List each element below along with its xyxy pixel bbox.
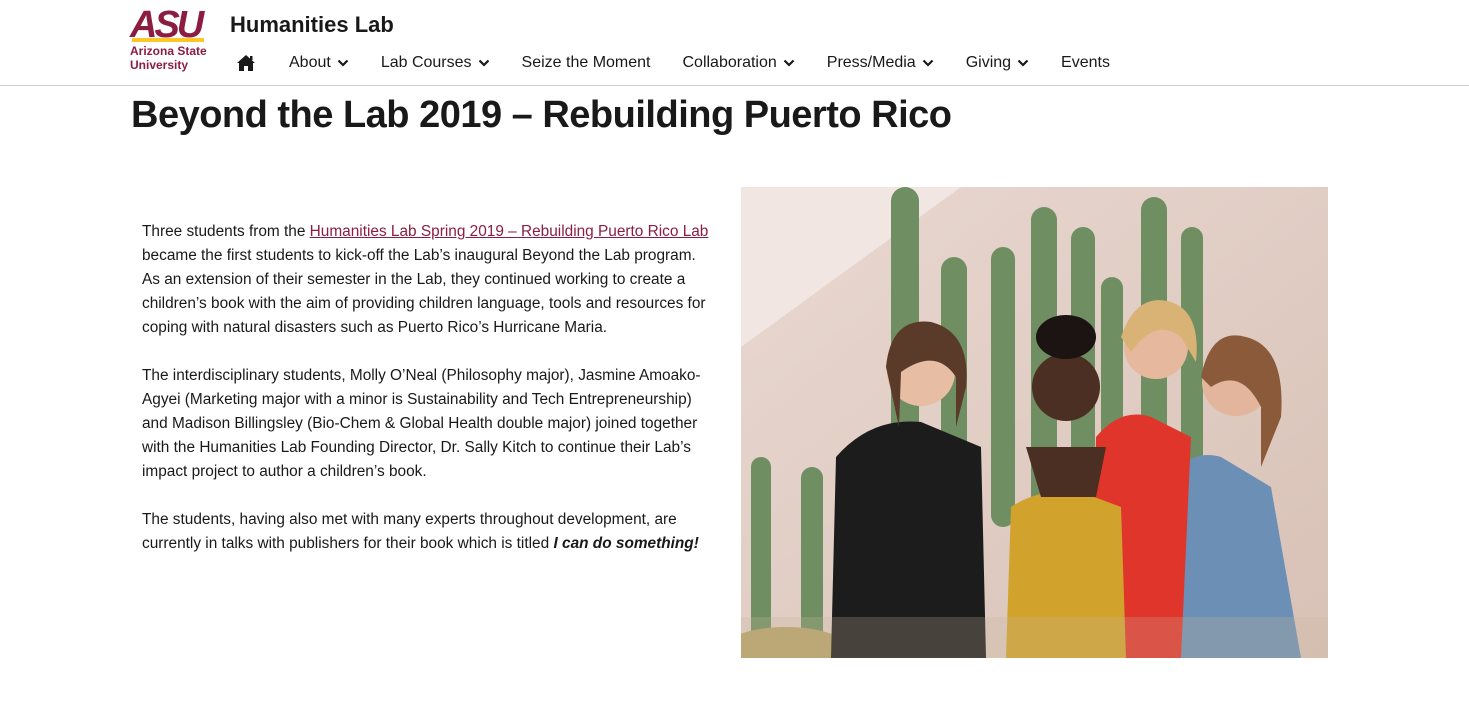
paragraph-students: The interdisciplinary students, Molly O’… <box>142 367 701 480</box>
site-title[interactable]: Humanities Lab <box>230 12 394 38</box>
nav-home[interactable] <box>236 54 256 72</box>
nav-item-giving[interactable]: Giving <box>966 54 1029 72</box>
site-header: ASU Arizona State University Humanities … <box>0 0 1469 86</box>
chevron-down-icon <box>922 59 933 67</box>
asu-logo-text: Arizona State University <box>130 44 207 72</box>
page-title: Beyond the Lab 2019 – Rebuilding Puerto … <box>131 94 952 136</box>
group-photo <box>741 187 1328 658</box>
nav-item-seize-the-moment[interactable]: Seize the Moment <box>522 54 651 72</box>
nav-item-press-media[interactable]: Press/Media <box>827 54 934 72</box>
chevron-down-icon <box>1017 59 1029 67</box>
nav-item-lab-courses[interactable]: Lab Courses <box>381 54 490 72</box>
chevron-down-icon <box>783 59 795 67</box>
asu-logo-mark: ASU <box>130 6 204 44</box>
nav-item-collaboration[interactable]: Collaboration <box>682 54 795 72</box>
chevron-down-icon <box>478 59 489 67</box>
main-nav: About Lab Courses Seize the Moment Colla… <box>236 50 1142 76</box>
lab-course-link[interactable]: Humanities Lab Spring 2019 – Rebuilding … <box>310 223 709 240</box>
home-icon <box>237 55 255 71</box>
article-body: Three students from the Humanities Lab S… <box>142 220 714 580</box>
paragraph-intro: Three students from the Humanities Lab S… <box>142 223 709 336</box>
asu-logo[interactable]: ASU Arizona State University <box>130 6 220 74</box>
group-photo-illustration <box>741 187 1328 658</box>
nav-item-about[interactable]: About <box>289 54 349 72</box>
chevron-down-icon <box>337 59 349 67</box>
paragraph-book: The students, having also met with many … <box>142 511 699 552</box>
nav-item-events[interactable]: Events <box>1061 54 1110 72</box>
book-title: I can do something! <box>553 535 699 552</box>
